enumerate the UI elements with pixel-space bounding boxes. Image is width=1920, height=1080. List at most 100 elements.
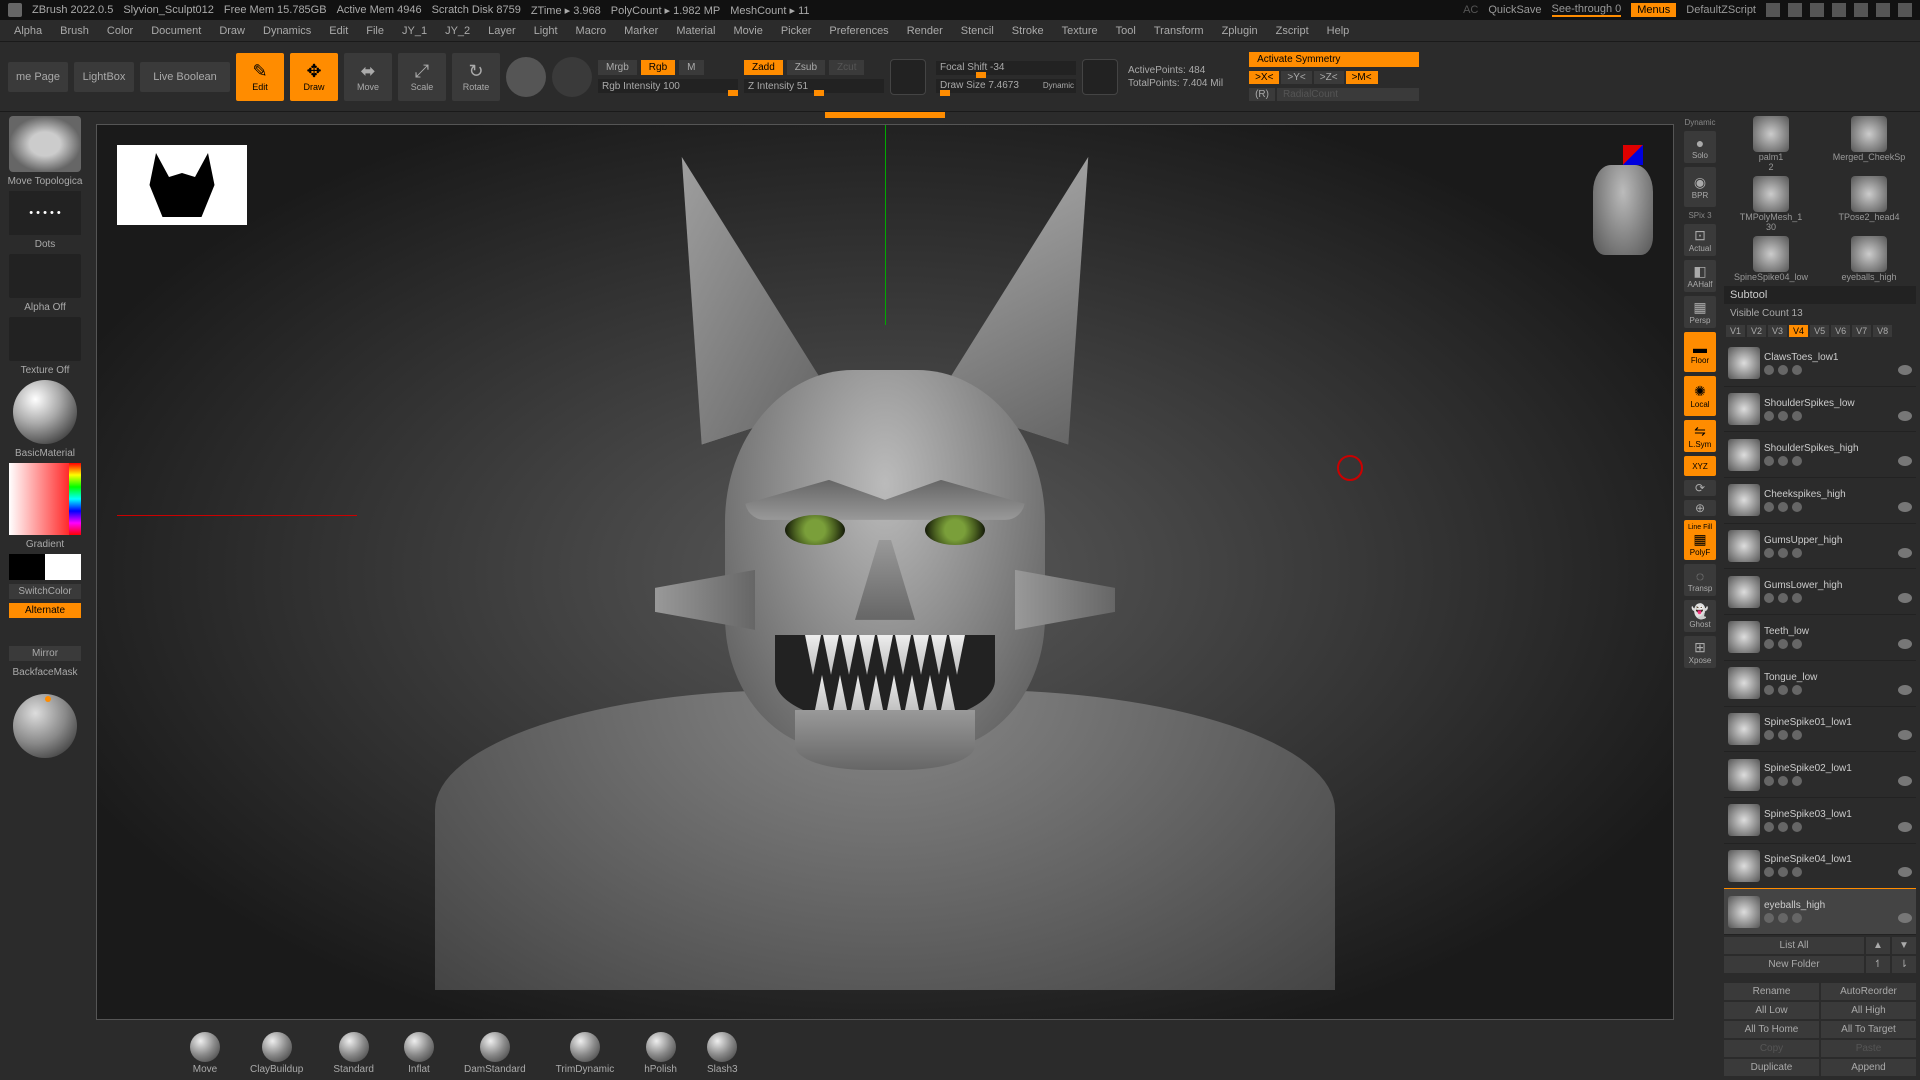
vtab-V5[interactable]: V5 xyxy=(1810,325,1829,337)
window-icon[interactable] xyxy=(1788,3,1802,17)
list-all-button[interactable]: List All xyxy=(1724,937,1864,954)
secondary-color[interactable] xyxy=(9,554,45,580)
tool-thumb[interactable]: TMPolyMesh_130 xyxy=(1724,176,1818,232)
polyf-button[interactable]: Line Fill▦PolyF xyxy=(1684,520,1716,560)
menu-draw[interactable]: Draw xyxy=(213,25,251,37)
all-low-button[interactable]: All Low xyxy=(1724,1002,1819,1019)
edit-mode-button[interactable]: ✎Edit xyxy=(236,53,284,101)
menu-stroke[interactable]: Stroke xyxy=(1006,25,1050,37)
lsym-button[interactable]: ⇋L.Sym xyxy=(1684,420,1716,452)
rgb-button[interactable]: Rgb xyxy=(641,60,675,75)
all-to-target-button[interactable]: All To Target xyxy=(1821,1021,1916,1038)
switch-color-button[interactable]: SwitchColor xyxy=(9,584,81,599)
texture-preview[interactable] xyxy=(9,317,81,361)
vtab-V2[interactable]: V2 xyxy=(1747,325,1766,337)
menu-stencil[interactable]: Stencil xyxy=(955,25,1000,37)
menu-preferences[interactable]: Preferences xyxy=(823,25,894,37)
menu-layer[interactable]: Layer xyxy=(482,25,522,37)
duplicate-button[interactable]: Duplicate xyxy=(1724,1059,1819,1076)
frame-button[interactable]: ⟳ xyxy=(1684,480,1716,496)
tool-thumb[interactable]: SpineSpike04_low xyxy=(1724,236,1818,282)
backface-mask-button[interactable]: BackfaceMask xyxy=(9,665,81,680)
spix-label[interactable]: SPix 3 xyxy=(1688,211,1711,220)
light-gizmo[interactable] xyxy=(13,694,77,758)
window-icon[interactable] xyxy=(1766,3,1780,17)
draw-mode-button[interactable]: ✥Draw xyxy=(290,53,338,101)
subtool-item[interactable]: Teeth_low xyxy=(1724,615,1916,661)
tool-thumb[interactable]: eyeballs_high xyxy=(1822,236,1916,282)
menus-toggle[interactable]: Menus xyxy=(1631,3,1676,17)
visibility-eye-icon[interactable] xyxy=(1898,776,1912,786)
default-zscript[interactable]: DefaultZScript xyxy=(1686,4,1756,16)
visibility-eye-icon[interactable] xyxy=(1898,365,1912,375)
brush-trimdynamic[interactable]: TrimDynamic xyxy=(556,1032,615,1075)
local-button[interactable]: ✺Local xyxy=(1684,376,1716,416)
menu-zplugin[interactable]: Zplugin xyxy=(1216,25,1264,37)
vtab-V3[interactable]: V3 xyxy=(1768,325,1787,337)
arrow-down-button[interactable]: ⇂ xyxy=(1892,956,1916,973)
menu-jy_2[interactable]: JY_2 xyxy=(439,25,476,37)
activate-symmetry-button[interactable]: Activate Symmetry xyxy=(1249,52,1419,67)
gizmo-button[interactable] xyxy=(506,57,546,97)
focal-shift-slider[interactable]: Focal Shift -34 xyxy=(936,61,1076,75)
subtool-list[interactable]: ClawsToes_low1ShoulderSpikes_lowShoulder… xyxy=(1724,341,1916,935)
visibility-eye-icon[interactable] xyxy=(1898,730,1912,740)
lightbox-button[interactable]: LightBox xyxy=(74,62,134,92)
scale-mode-button[interactable]: ⤢Scale xyxy=(398,53,446,101)
menu-document[interactable]: Document xyxy=(145,25,207,37)
zadd-button[interactable]: Zadd xyxy=(744,60,783,75)
append-button[interactable]: Append xyxy=(1821,1059,1916,1076)
viewport-canvas[interactable] xyxy=(96,124,1674,1020)
window-icon[interactable] xyxy=(1810,3,1824,17)
xpose-button[interactable]: ⊞Xpose xyxy=(1684,636,1716,668)
all-to-home-button[interactable]: All To Home xyxy=(1724,1021,1819,1038)
vtab-V6[interactable]: V6 xyxy=(1831,325,1850,337)
draw-size-slider[interactable]: Draw Size 7.4673Dynamic xyxy=(936,79,1076,93)
color-picker[interactable] xyxy=(9,463,81,535)
menu-texture[interactable]: Texture xyxy=(1056,25,1104,37)
rgb-intensity-slider[interactable]: Rgb Intensity 100 xyxy=(598,79,738,93)
tool-thumb[interactable]: TPose2_head4 xyxy=(1822,176,1916,232)
menu-file[interactable]: File xyxy=(360,25,390,37)
mirror-button[interactable]: Mirror xyxy=(9,646,81,661)
move-up-button[interactable]: ▲ xyxy=(1866,937,1890,954)
persp-button[interactable]: ▦Persp xyxy=(1684,296,1716,328)
subtool-item[interactable]: Tongue_low xyxy=(1724,661,1916,707)
tool-thumb[interactable]: palm12 xyxy=(1724,116,1818,172)
menu-dynamics[interactable]: Dynamics xyxy=(257,25,317,37)
brush-damstandard[interactable]: DamStandard xyxy=(464,1032,526,1075)
arrow-up-button[interactable]: ↿ xyxy=(1866,956,1890,973)
subtool-item[interactable]: SpineSpike04_low1 xyxy=(1724,844,1916,890)
visibility-eye-icon[interactable] xyxy=(1898,867,1912,877)
rename-button[interactable]: Rename xyxy=(1724,983,1819,1000)
ghost-button[interactable]: 👻Ghost xyxy=(1684,600,1716,632)
m-button[interactable]: M xyxy=(679,60,703,75)
menu-render[interactable]: Render xyxy=(901,25,949,37)
sym-m-button[interactable]: >M< xyxy=(1346,71,1378,84)
subtool-item[interactable]: eyeballs_high xyxy=(1724,889,1916,935)
move-down-button[interactable]: ▼ xyxy=(1892,937,1916,954)
brush-claybuildup[interactable]: ClayBuildup xyxy=(250,1032,303,1075)
visibility-eye-icon[interactable] xyxy=(1898,548,1912,558)
seethrough-slider[interactable]: See-through 0 xyxy=(1552,3,1622,17)
sym-x-button[interactable]: >X< xyxy=(1249,71,1279,84)
primary-color[interactable] xyxy=(45,554,81,580)
subtool-item[interactable]: SpineSpike03_low1 xyxy=(1724,798,1916,844)
new-folder-button[interactable]: New Folder xyxy=(1724,956,1864,973)
minimize-icon[interactable] xyxy=(1854,3,1868,17)
sculptris-button[interactable] xyxy=(552,57,592,97)
subtool-item[interactable]: SpineSpike01_low1 xyxy=(1724,707,1916,753)
alternate-button[interactable]: Alternate xyxy=(9,603,81,618)
xyz-button[interactable]: XYZ xyxy=(1684,456,1716,476)
sym-r-button[interactable]: (R) xyxy=(1249,88,1275,101)
sym-y-button[interactable]: >Y< xyxy=(1281,71,1311,84)
menu-color[interactable]: Color xyxy=(101,25,139,37)
menu-marker[interactable]: Marker xyxy=(618,25,664,37)
window-icon[interactable] xyxy=(1832,3,1846,17)
size-curve-icon[interactable] xyxy=(1082,59,1118,95)
bpr-button[interactable]: ◉BPR xyxy=(1684,167,1716,207)
brush-curve-icon[interactable] xyxy=(890,59,926,95)
solo-button[interactable]: ●Solo xyxy=(1684,131,1716,163)
paste-button[interactable]: Paste xyxy=(1821,1040,1916,1057)
subtool-item[interactable]: ShoulderSpikes_low xyxy=(1724,387,1916,433)
